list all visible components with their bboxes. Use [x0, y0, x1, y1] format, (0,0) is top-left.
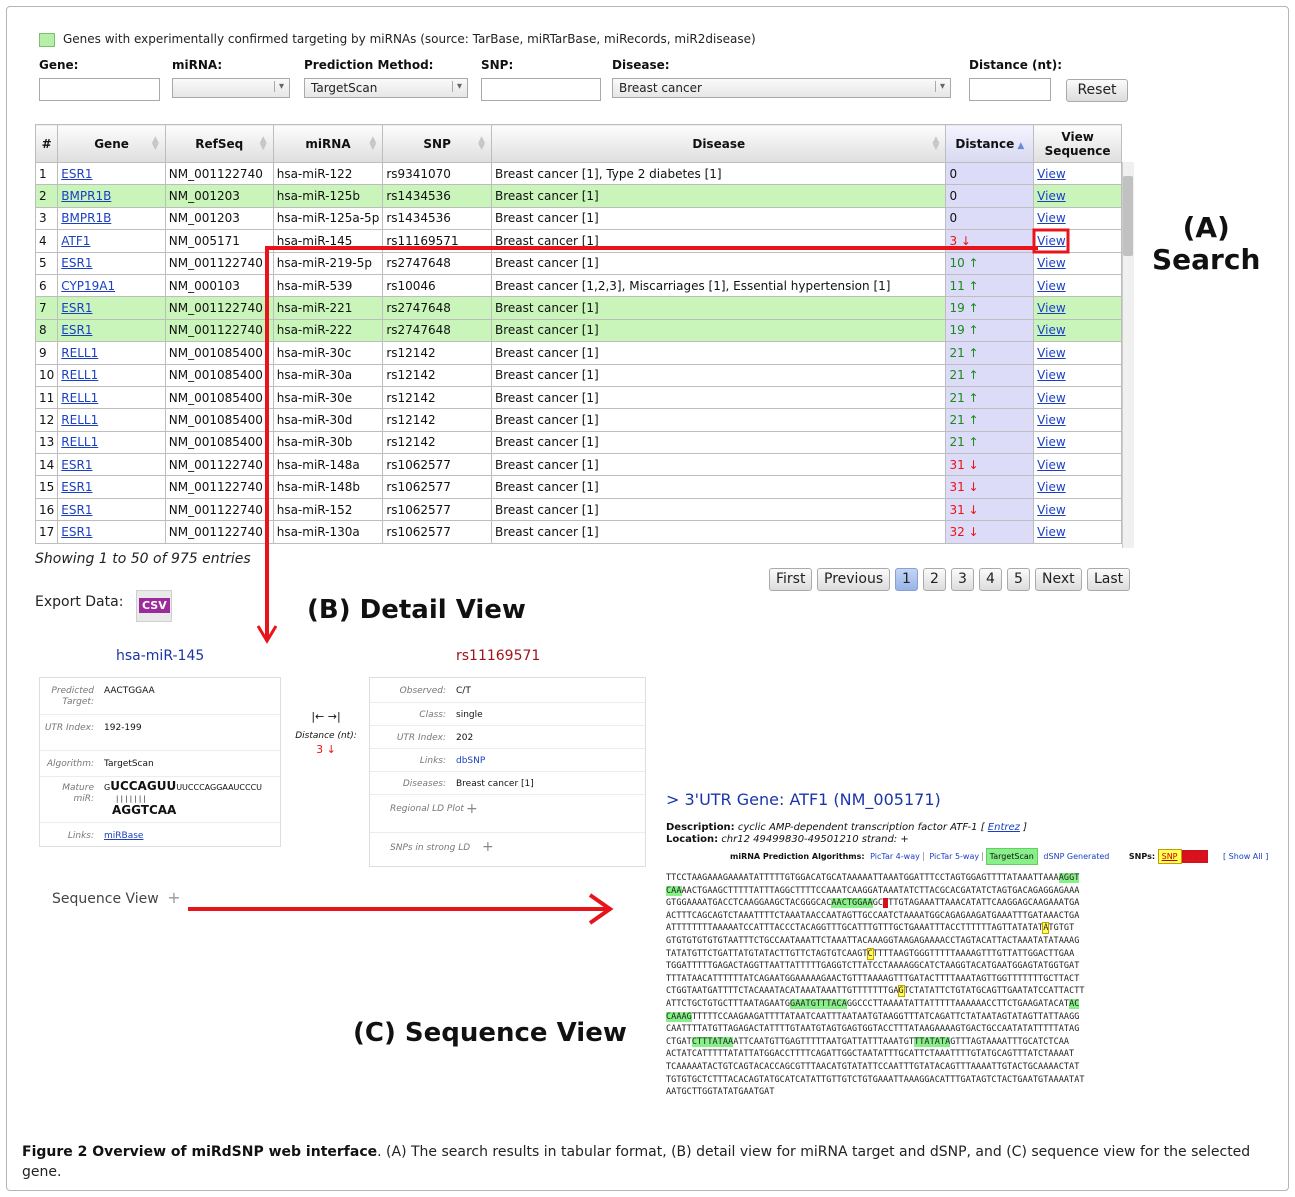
utr-index-row: UTR Index: 192-199	[40, 714, 280, 750]
mirna-title: hsa-miR-145	[116, 648, 205, 664]
expand-plus-icon[interactable]: +	[466, 801, 478, 817]
utr-sequence: TTCCTAAGAAAGAAAATATTTTTGTGGACATGCATAAAAA…	[666, 873, 1085, 1098]
view-highlight-box	[1032, 228, 1070, 254]
snp-links-row: Links: dbSNP	[370, 748, 645, 771]
show-all-link[interactable]: [ Show All ]	[1223, 852, 1268, 861]
entrez-link[interactable]: Entrez	[988, 822, 1020, 833]
snp-detail-panel: Observed: C/T Class: single UTR Index: 2…	[369, 677, 646, 867]
sequence-title: > 3'UTR Gene: ATF1 (NM_005171)	[666, 790, 941, 809]
expand-plus-icon: +	[167, 888, 181, 907]
mature-mir-row: Mature miR: GUCCAGUUUUCCCAGGAAUCCCU | | …	[40, 776, 280, 822]
sequence-description: Description: cyclic AMP-dependent transc…	[666, 822, 1027, 845]
observed-row: Observed: C/T	[399, 686, 471, 696]
distance-arrows-icon: |← →|	[311, 710, 341, 723]
pictar4-toggle[interactable]: PicTar 4-way	[867, 852, 924, 861]
sequence-view-label: (C) Sequence View	[353, 1018, 627, 1048]
mirna-detail-panel: Predicted Target: AACTGGAA UTR Index: 19…	[39, 677, 281, 847]
targetscan-toggle[interactable]: TargetScan	[985, 848, 1038, 865]
sequence-view-toggle[interactable]: Sequence View +	[52, 888, 181, 907]
dbsnp-link[interactable]: dbSNP	[456, 756, 485, 766]
dsnp-toggle[interactable]: dSNP	[1181, 850, 1209, 863]
mirna-links-row: Links: miRBase	[40, 822, 280, 848]
snp-title: rs11169571	[456, 648, 541, 664]
expand-plus-icon[interactable]: +	[482, 839, 494, 855]
diseases-row: Diseases: Breast cancer [1]	[370, 771, 645, 794]
class-row: Class: single	[370, 702, 645, 725]
regional-ld-row[interactable]: Regional LD Plot +	[370, 794, 645, 832]
predicted-target-row: Predicted Target: AACTGGAA	[51, 686, 155, 707]
dsnp-generated-toggle[interactable]: dSNP Generated	[1040, 852, 1112, 861]
pictar5-toggle[interactable]: PicTar 5-way	[926, 852, 984, 861]
snp-toggle[interactable]: SNP	[1157, 849, 1182, 864]
algorithm-filter-row: miRNA Prediction Algorithms: PicTar 4-wa…	[730, 848, 1268, 865]
mature-mir-alignment: GUCCAGUUUUCCCAGGAAUCCCU | | | | | | | AG…	[104, 779, 263, 817]
snp-utr-row: UTR Index: 202	[370, 725, 645, 748]
distance-value: 3 ↓	[316, 743, 336, 756]
mirbase-link[interactable]: miRBase	[104, 831, 143, 841]
strong-ld-row[interactable]: SNPs in strong LD +	[370, 832, 645, 868]
algorithm-row: Algorithm: TargetScan	[40, 750, 280, 776]
figure-caption: Figure 2 Overview of miRdSNP web interfa…	[22, 1144, 1251, 1180]
detail-arrow-line	[265, 246, 1038, 640]
distance-indicator: |← →| Distance (nt): 3 ↓	[291, 710, 361, 756]
